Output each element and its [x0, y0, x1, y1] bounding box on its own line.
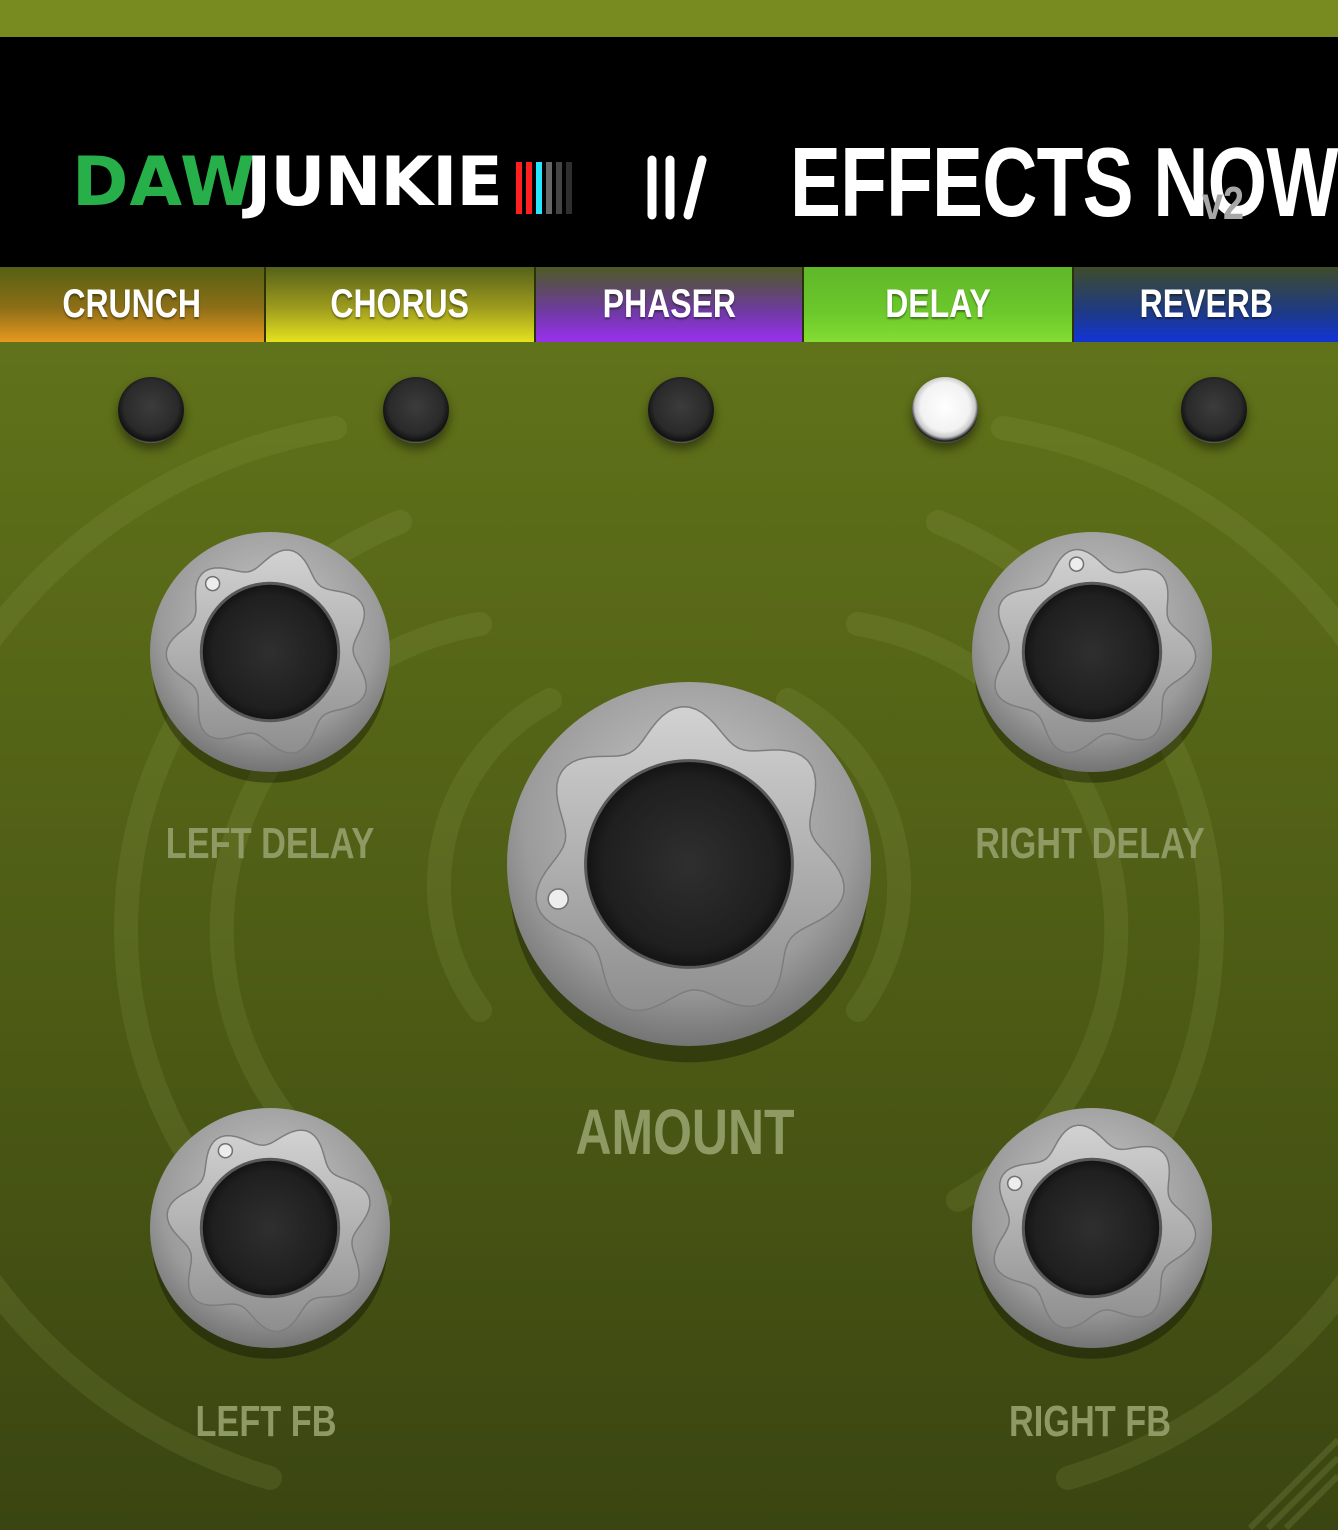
led-delay[interactable] — [912, 377, 978, 443]
effect-tabs: CRUNCH CHORUS PHASER DELAY REVERB — [0, 267, 1338, 342]
knob-left-delay[interactable] — [148, 530, 392, 783]
label-right-delay: RIGHT DELAY — [975, 819, 1205, 868]
header-bar: DAW JUNKIE EFFECTS NOW v2 — [0, 37, 1338, 267]
tab-delay-label: DELAY — [885, 282, 991, 326]
led-crunch[interactable] — [118, 377, 184, 443]
tab-chorus-label: CHORUS — [330, 282, 470, 326]
product-version: v2 — [1202, 177, 1244, 229]
label-left-delay: LEFT DELAY — [165, 819, 375, 868]
tab-delay[interactable]: DELAY — [804, 267, 1074, 342]
product-title: EFFECTS NOW — [790, 127, 1338, 237]
tab-reverb-label: REVERB — [1139, 282, 1273, 326]
divider-slash-icon — [647, 155, 707, 220]
knob-amount[interactable] — [505, 680, 873, 1063]
plugin-window: DAW JUNKIE EFFECTS NOW v2 CRUNCH CHORUS … — [0, 0, 1338, 1530]
led-phaser[interactable] — [648, 377, 714, 443]
tab-chorus[interactable]: CHORUS — [266, 267, 536, 342]
label-amount: AMOUNT — [575, 1096, 795, 1168]
knob-right-delay[interactable] — [970, 530, 1214, 783]
brand-bars-icon — [516, 162, 572, 214]
tab-phaser[interactable]: PHASER — [536, 267, 804, 342]
brand-junkie: JUNKIE — [246, 143, 503, 222]
knob-left-fb[interactable] — [148, 1106, 392, 1359]
tab-reverb[interactable]: REVERB — [1074, 267, 1338, 342]
tab-phaser-label: PHASER — [602, 282, 736, 326]
led-reverb[interactable] — [1181, 377, 1247, 443]
top-strip — [0, 0, 1338, 37]
brand-daw: DAW — [72, 143, 257, 222]
led-chorus[interactable] — [383, 377, 449, 443]
knob-right-fb[interactable] — [970, 1106, 1214, 1359]
label-right-fb: RIGHT FB — [1008, 1397, 1172, 1446]
tab-crunch[interactable]: CRUNCH — [0, 267, 266, 342]
tab-crunch-label: CRUNCH — [62, 282, 202, 326]
label-left-fb: LEFT FB — [195, 1397, 337, 1446]
